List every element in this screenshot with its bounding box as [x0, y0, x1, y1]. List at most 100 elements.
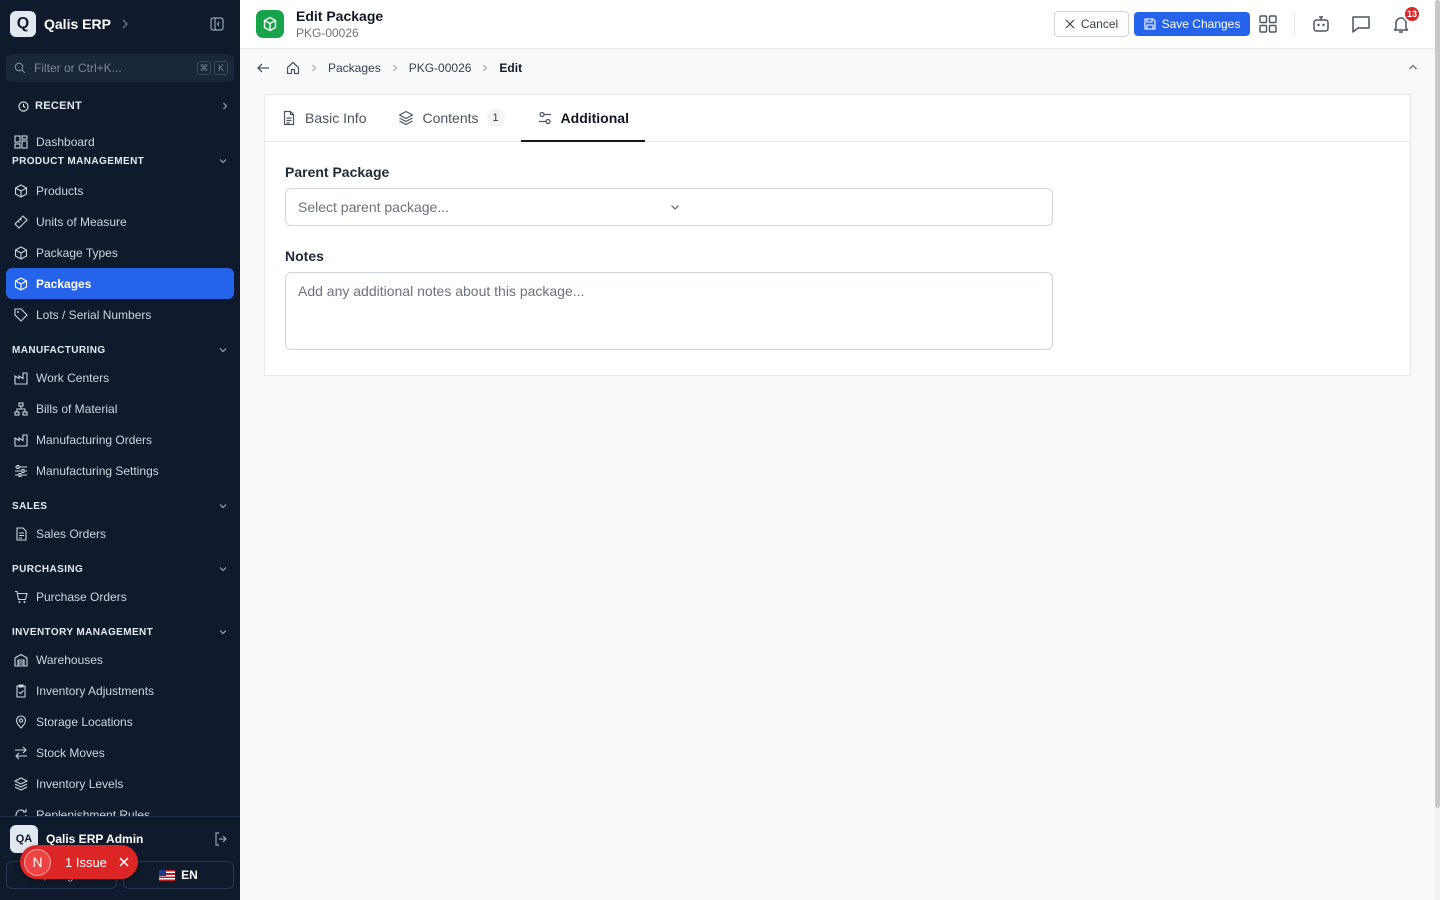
tab-basic-info[interactable]: Basic Info [265, 95, 382, 141]
notification-count-badge: 13 [1403, 5, 1421, 23]
sidebar-item-inventory-levels[interactable]: Inventory Levels [6, 768, 234, 799]
breadcrumb-current: Edit [499, 60, 523, 75]
factory-icon [14, 371, 36, 385]
sidebar-item-label: Storage Locations [36, 714, 133, 729]
scrollbar-thumb[interactable] [1435, 0, 1440, 808]
sidebar-item-label: Manufacturing Settings [36, 463, 159, 478]
sidebar-item-label: Products [36, 183, 84, 198]
kbd-k: K [214, 61, 228, 75]
home-icon[interactable] [286, 61, 300, 75]
cart-icon [14, 590, 36, 604]
clock-icon [18, 100, 29, 112]
save-changes-button[interactable]: Save Changes [1134, 12, 1250, 36]
language-label: EN [181, 868, 198, 882]
sidebar-item-lots-serial-numbers[interactable]: Lots / Serial Numbers [6, 299, 234, 330]
box-icon [14, 183, 36, 198]
breadcrumb-package-id[interactable]: PKG-00026 [409, 61, 472, 75]
tab-contents[interactable]: Contents 1 [382, 95, 520, 141]
sidebar-item-label: Lots / Serial Numbers [36, 307, 152, 322]
search-icon [14, 62, 26, 74]
sidebar-item-purchase-orders[interactable]: Purchase Orders [6, 581, 234, 612]
issue-indicator[interactable]: N 1 Issue [20, 845, 138, 879]
sidebar-filter-input[interactable]: Filter or Ctrl+K... ⌘ K [6, 54, 234, 82]
chevron-down-icon [218, 501, 228, 511]
breadcrumb-packages[interactable]: Packages [328, 61, 381, 75]
section-manufacturing[interactable]: MANUFACTURING [0, 340, 240, 360]
section-purchasing[interactable]: PURCHASING [0, 559, 240, 579]
app-name[interactable]: Qalis ERP [44, 16, 111, 32]
warehouse-icon [14, 653, 36, 667]
section-title: INVENTORY MANAGEMENT [12, 626, 154, 638]
notes-placeholder: Add any additional notes about this pack… [298, 283, 585, 299]
section-product-management[interactable]: PRODUCT MANAGEMENT [0, 151, 240, 171]
tab-additional[interactable]: Additional [520, 95, 646, 142]
clipboard-check-icon [14, 683, 36, 698]
section-title: PURCHASING [12, 563, 84, 575]
chat-icon[interactable] [1351, 14, 1371, 34]
sidebar-item-sales-orders[interactable]: Sales Orders [6, 518, 234, 549]
settings-sliders-icon [537, 110, 553, 126]
sidebar-item-storage-locations[interactable]: Storage Locations [6, 706, 234, 737]
tab-bar: Basic Info Contents 1 Additional [265, 95, 1410, 142]
package-form-card: Basic Info Contents 1 Additional Parent … [264, 94, 1411, 376]
page-subtitle: PKG-00026 [296, 26, 359, 40]
chevron-up-icon[interactable] [1407, 61, 1419, 73]
layers-icon [398, 110, 414, 126]
box-icon [14, 276, 36, 291]
parent-package-select[interactable]: Select parent package... [285, 188, 1053, 226]
section-sales[interactable]: SALES [0, 496, 240, 516]
sidebar-toggle-icon[interactable] [210, 17, 224, 31]
sidebar-item-units-of-measure[interactable]: Units of Measure [6, 206, 234, 237]
sidebar-item-work-centers[interactable]: Work Centers [6, 362, 234, 393]
document-icon [14, 526, 36, 541]
notes-textarea[interactable]: Add any additional notes about this pack… [285, 272, 1053, 350]
sidebar-item-inventory-adjustments[interactable]: Inventory Adjustments [6, 675, 234, 706]
section-inventory-management[interactable]: INVENTORY MANAGEMENT [0, 622, 240, 642]
sidebar-item-label: Inventory Levels [36, 776, 124, 791]
section-title: PRODUCT MANAGEMENT [12, 155, 145, 167]
recent-label: RECENT [35, 100, 83, 112]
breadcrumb: Packages PKG-00026 Edit [240, 49, 1435, 86]
sliders-icon [14, 464, 36, 478]
sidebar-item-label: Bills of Material [36, 401, 118, 416]
sidebar-item-packages[interactable]: Packages [6, 268, 234, 299]
sidebar-item-bills-of-material[interactable]: Bills of Material [6, 393, 234, 424]
sidebar-item-stock-moves[interactable]: Stock Moves [6, 737, 234, 768]
chevron-right-icon[interactable] [119, 18, 131, 30]
filter-placeholder: Filter or Ctrl+K... [34, 61, 122, 75]
cancel-button[interactable]: Cancel [1054, 11, 1129, 37]
us-flag-icon [159, 869, 176, 881]
recent-toggle[interactable]: RECENT [0, 92, 240, 120]
chevron-down-icon [218, 156, 228, 166]
contents-count-badge: 1 [486, 109, 505, 127]
sidebar-item-label: Units of Measure [36, 214, 127, 229]
logout-icon[interactable] [214, 832, 228, 846]
arrows-exchange-icon [14, 746, 36, 760]
sidebar-item-label: Purchase Orders [36, 589, 127, 604]
back-arrow-icon[interactable] [256, 61, 270, 75]
parent-package-placeholder: Select parent package... [298, 199, 449, 215]
parent-package-label: Parent Package [285, 164, 390, 180]
ruler-icon [14, 214, 36, 229]
sidebar-item-label: Inventory Adjustments [36, 683, 155, 698]
sidebar-item-manufacturing-settings[interactable]: Manufacturing Settings [6, 455, 234, 486]
page-scrollbar[interactable] [1435, 0, 1440, 900]
tab-label: Contents [422, 110, 479, 126]
bot-icon[interactable] [1311, 14, 1331, 34]
sidebar-item-label: Packages [36, 276, 92, 291]
sidebar-item-warehouses[interactable]: Warehouses [6, 644, 234, 675]
sidebar-item-manufacturing-orders[interactable]: Manufacturing Orders [6, 424, 234, 455]
close-icon [1065, 19, 1075, 29]
apps-grid-icon[interactable] [1258, 14, 1278, 34]
app-logo[interactable]: Q [10, 11, 36, 37]
chevron-down-icon [218, 345, 228, 355]
sidebar-item-products[interactable]: Products [6, 175, 234, 206]
chevron-down-icon [669, 201, 1040, 213]
language-button[interactable]: EN [123, 861, 234, 889]
sidebar-item-label: Warehouses [36, 652, 103, 667]
close-icon[interactable] [118, 856, 130, 868]
hierarchy-icon [14, 401, 36, 416]
notes-label: Notes [285, 248, 324, 264]
sidebar-item-package-types[interactable]: Package Types [6, 237, 234, 268]
chevron-right-icon [220, 101, 230, 111]
